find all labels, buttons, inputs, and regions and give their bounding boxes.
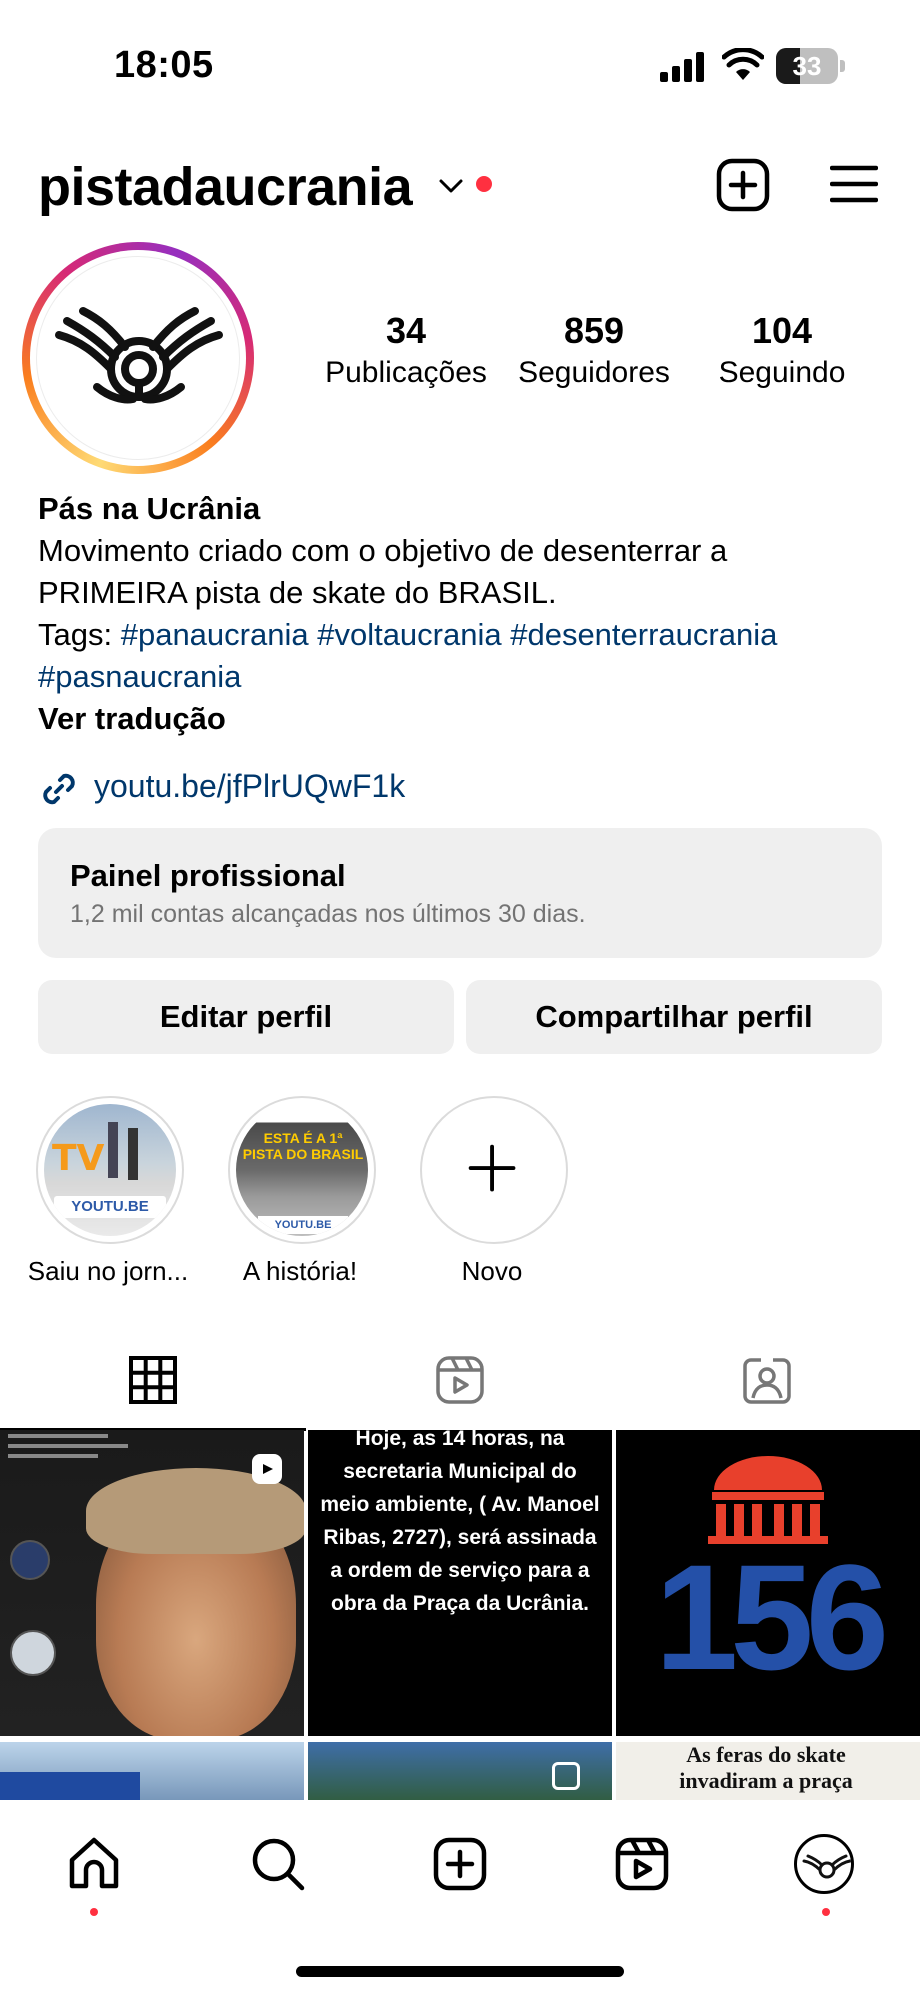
cellular-signal-icon — [660, 52, 704, 82]
stat-posts[interactable]: 34 Publicações — [318, 310, 494, 390]
display-name: Pás na Ucrânia — [38, 491, 261, 526]
grid-post[interactable] — [308, 1742, 612, 1800]
grid-icon — [129, 1356, 177, 1404]
account-username[interactable]: pistadaucrania — [38, 156, 413, 218]
tab-reels[interactable] — [307, 1340, 613, 1432]
bottom-navigation — [0, 1800, 920, 1995]
home-icon — [69, 1837, 119, 1889]
status-bar: 18:05 33 — [0, 0, 920, 130]
profile-bio: Pás na Ucrânia Movimento criado com o ob… — [38, 488, 898, 740]
create-post-icon[interactable] — [716, 158, 770, 212]
share-profile-button[interactable]: Compartilhar perfil — [466, 980, 882, 1054]
stat-followers-count: 859 — [563, 310, 625, 351]
grid-post[interactable] — [0, 1430, 304, 1736]
nav-profile[interactable] — [794, 1834, 854, 1894]
tab-tagged[interactable] — [614, 1340, 920, 1432]
posts-grid: Hoje, as 14 horas, na secretaria Municip… — [0, 1430, 920, 1800]
stat-followers[interactable]: 859 Seguidores — [506, 310, 682, 390]
professional-dashboard[interactable]: Painel profissional 1,2 mil contas alcan… — [38, 828, 882, 958]
tags-prefix: Tags: — [38, 617, 121, 652]
home-notification-dot — [90, 1908, 98, 1916]
grid-post[interactable] — [0, 1742, 304, 1800]
hashtags-line-1[interactable]: #panaucrania #voltaucrania #desenterrauc… — [121, 617, 778, 652]
highlight-youtube-badge: YOUTU.BE — [258, 1216, 348, 1234]
post-156-number: 156 — [654, 1533, 889, 1701]
professional-dashboard-subtitle: 1,2 mil contas alcançadas nos últimos 30… — [70, 900, 586, 928]
highlight-label: Novo — [461, 1256, 523, 1286]
stat-posts-count: 34 — [385, 310, 427, 351]
reels-icon — [436, 1356, 484, 1404]
grid-post[interactable]: 156 — [616, 1430, 920, 1736]
highlight-youtube-badge: YOUTU.BE — [54, 1196, 166, 1218]
highlight-label: A história! — [242, 1256, 358, 1286]
stat-posts-label: Publicações — [325, 356, 487, 389]
search-icon — [252, 1838, 305, 1891]
home-indicator — [296, 1966, 624, 1977]
nav-reels[interactable] — [612, 1834, 672, 1894]
reels-icon — [615, 1837, 669, 1891]
professional-dashboard-title: Painel profissional — [70, 858, 346, 893]
grid-post[interactable]: As feras do skate invadiram a praça — [616, 1742, 920, 1800]
stat-following-count: 104 — [751, 310, 813, 351]
create-post-icon — [433, 1837, 487, 1891]
grid-post[interactable]: Hoje, as 14 horas, na secretaria Municip… — [308, 1430, 612, 1736]
profile-avatar[interactable] — [22, 242, 254, 474]
link-icon — [43, 773, 75, 805]
nav-search[interactable] — [248, 1834, 308, 1894]
profile-link-text[interactable]: youtu.be/jfPlrUQwF1k — [94, 768, 405, 805]
profile-avatar-icon — [802, 1854, 851, 1879]
post-newspaper-headline: As feras do skate invadiram a praça — [679, 1742, 853, 1793]
stat-following-label: Seguindo — [718, 356, 846, 389]
plus-icon — [468, 1144, 516, 1192]
menu-icon[interactable] — [830, 164, 878, 204]
edit-profile-button[interactable]: Editar perfil — [38, 980, 454, 1054]
reel-indicator-icon — [250, 1452, 284, 1486]
bio-line-2: PRIMEIRA pista de skate do BRASIL. — [38, 575, 557, 610]
battery-indicator: 33 — [776, 48, 846, 84]
wifi-icon — [722, 48, 764, 80]
nav-create[interactable] — [430, 1834, 490, 1894]
stat-followers-label: Seguidores — [518, 356, 670, 389]
tab-posts-grid[interactable] — [0, 1340, 306, 1432]
profile-notification-dot — [822, 1908, 830, 1916]
highlight-label: Saiu no jorn... — [27, 1256, 189, 1286]
winged-logo-icon — [55, 307, 223, 404]
see-translation-link[interactable]: Ver tradução — [38, 698, 898, 740]
highlight-tv-text: TV — [52, 1138, 105, 1179]
profile-header: pistadaucrania — [0, 150, 920, 220]
tagged-person-icon — [743, 1358, 791, 1404]
highlight-history-text: ESTA É A 1ª PISTA DO BRASIL — [242, 1130, 364, 1162]
clock: 18:05 — [114, 44, 214, 86]
stat-following[interactable]: 104 Seguindo — [694, 310, 870, 390]
carousel-indicator-icon — [552, 1762, 580, 1790]
hashtags-line-2[interactable]: #pasnaucrania — [38, 659, 241, 694]
profile-tabs — [0, 1340, 920, 1432]
profile-stats: 34 Publicações 859 Seguidores 104 Seguin… — [318, 310, 878, 400]
battery-level: 33 — [792, 51, 822, 81]
post-announcement-text: Hoje, as 14 horas, na secretaria Municip… — [320, 1430, 600, 1615]
chevron-down-icon[interactable] — [438, 176, 464, 196]
nav-home[interactable] — [64, 1834, 124, 1894]
bio-line-1: Movimento criado com o objetivo de desen… — [38, 533, 728, 568]
notification-dot — [476, 176, 492, 192]
